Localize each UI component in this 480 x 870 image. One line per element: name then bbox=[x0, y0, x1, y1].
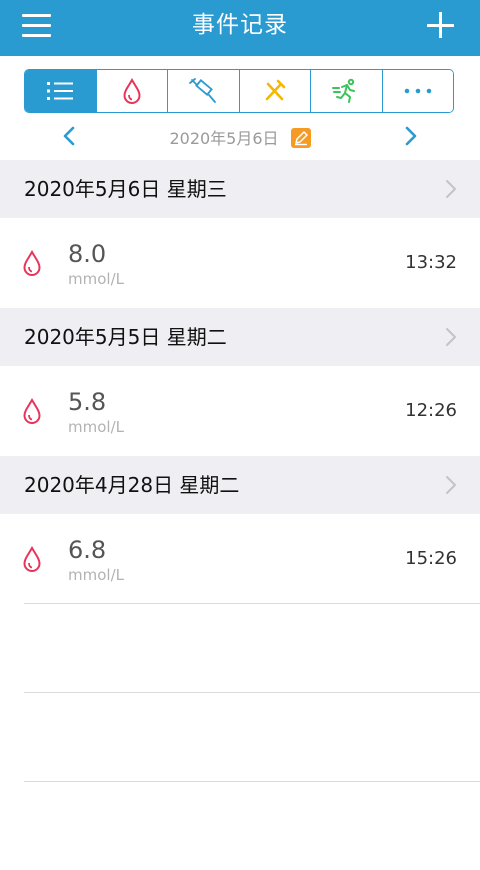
divider bbox=[24, 603, 480, 692]
list-item[interactable]: 6.8 mmol/L 15:26 bbox=[0, 514, 480, 604]
entry-time: 12:26 bbox=[405, 400, 457, 421]
blood-drop-icon bbox=[123, 78, 141, 104]
list-item[interactable]: 5.8 mmol/L 12:26 bbox=[0, 366, 480, 456]
chevron-right-icon[interactable] bbox=[400, 126, 420, 146]
tab-insulin[interactable] bbox=[168, 70, 240, 112]
glucose-value: 6.8 bbox=[68, 536, 107, 564]
tab-exercise[interactable] bbox=[311, 70, 383, 112]
date-navigator: 2020年5月6日 bbox=[0, 118, 480, 154]
list-icon bbox=[47, 82, 74, 100]
add-event-button[interactable] bbox=[426, 10, 456, 40]
syringe-icon bbox=[189, 78, 217, 103]
blood-drop-icon bbox=[23, 398, 41, 424]
chevron-right-icon bbox=[446, 328, 456, 346]
running-icon bbox=[332, 78, 356, 103]
fork-knife-icon bbox=[265, 79, 286, 101]
more-dots-icon bbox=[404, 88, 432, 94]
glucose-value: 8.0 bbox=[68, 240, 107, 268]
app-header: 事件记录 bbox=[0, 0, 480, 56]
day-header[interactable]: 2020年5月5日 星期二 bbox=[0, 308, 480, 366]
tab-more[interactable] bbox=[382, 70, 453, 112]
tab-blood-glucose[interactable] bbox=[96, 70, 168, 112]
day-header[interactable]: 2020年5月6日 星期三 bbox=[0, 160, 480, 218]
glucose-unit: mmol/L bbox=[68, 566, 124, 584]
filter-area: 2020年5月6日 bbox=[0, 56, 480, 160]
day-header-label: 2020年5月5日 星期二 bbox=[24, 325, 227, 349]
chevron-right-icon bbox=[446, 180, 456, 198]
glucose-unit: mmol/L bbox=[68, 418, 124, 436]
entry-time: 15:26 bbox=[405, 548, 457, 569]
entry-time: 13:32 bbox=[405, 252, 457, 273]
glucose-value: 5.8 bbox=[68, 388, 107, 416]
current-date: 2020年5月6日 bbox=[169, 129, 279, 148]
list-item[interactable]: 8.0 mmol/L 13:32 bbox=[0, 218, 480, 308]
page-title: 事件记录 bbox=[192, 12, 288, 38]
day-header-label: 2020年4月28日 星期二 bbox=[24, 473, 240, 497]
blood-drop-icon bbox=[23, 250, 41, 276]
divider bbox=[24, 692, 480, 781]
empty-rows bbox=[0, 603, 480, 870]
event-list: 2020年5月6日 星期三 8.0 mmol/L 13:32 2020年5月5日… bbox=[0, 160, 480, 604]
category-tabs bbox=[24, 69, 454, 113]
glucose-unit: mmol/L bbox=[68, 270, 124, 288]
tab-diet[interactable] bbox=[239, 70, 311, 112]
tab-list[interactable] bbox=[25, 70, 97, 112]
day-header[interactable]: 2020年4月28日 星期二 bbox=[0, 456, 480, 514]
chevron-right-icon bbox=[446, 476, 456, 494]
blood-drop-icon bbox=[23, 546, 41, 572]
divider bbox=[24, 781, 480, 870]
edit-icon[interactable] bbox=[290, 128, 311, 148]
day-header-label: 2020年5月6日 星期三 bbox=[24, 177, 227, 201]
